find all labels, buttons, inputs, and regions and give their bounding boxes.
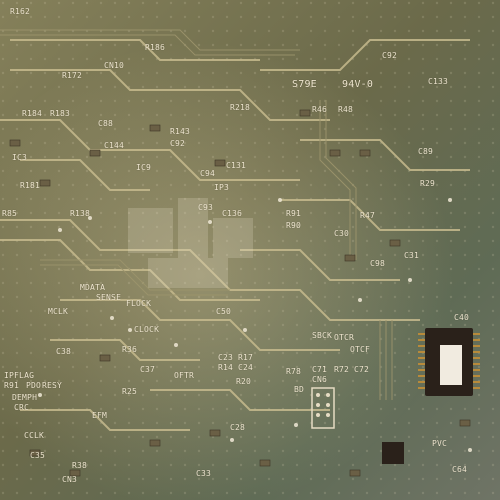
silk-label: PDO	[26, 381, 42, 390]
silk-label: 94V-0	[342, 79, 374, 90]
silk-label: C23	[218, 353, 234, 362]
silk-label: S79E	[292, 79, 317, 90]
silk-label: R14	[218, 363, 234, 372]
silk-label: SENSE	[96, 293, 122, 302]
silk-label: R47	[360, 211, 376, 220]
silk-label: C72	[354, 365, 370, 374]
silk-label: R172	[62, 71, 83, 80]
silk-label: CN6	[312, 375, 328, 384]
silk-label: R25	[122, 387, 138, 396]
silk-label: R48	[338, 105, 354, 114]
silk-label: C28	[230, 423, 246, 432]
silk-label: C136	[222, 209, 243, 218]
silk-label: EFM	[92, 411, 108, 420]
silk-label: SBCK	[312, 331, 333, 340]
silk-label: C89	[418, 147, 434, 156]
silk-label: OFTR	[174, 371, 195, 380]
silk-label: R138	[70, 209, 91, 218]
silk-label: CLOCK	[134, 325, 160, 334]
silk-label: CRC	[14, 403, 30, 412]
silk-label: R36	[122, 345, 138, 354]
silk-label: R20	[236, 377, 252, 386]
silk-label: R186	[145, 43, 166, 52]
silk-label: MDATA	[80, 283, 106, 292]
silk-label: IP3	[214, 183, 230, 192]
silk-label: R72	[334, 365, 350, 374]
silk-label: CN10	[104, 61, 125, 70]
silk-label: C71	[312, 365, 328, 374]
silk-label: OTCF	[350, 345, 371, 354]
silk-label: R46	[312, 105, 328, 114]
silk-label: C133	[428, 77, 449, 86]
silk-label: C98	[370, 259, 386, 268]
small-chip	[382, 442, 404, 464]
silk-label: C92	[170, 139, 186, 148]
silk-label: R218	[230, 103, 251, 112]
silk-label: R90	[286, 221, 302, 230]
ic-chip	[418, 328, 480, 396]
silk-label: C144	[104, 141, 125, 150]
silk-label: R29	[420, 179, 436, 188]
silk-label: C88	[98, 119, 114, 128]
silk-label: C50	[216, 307, 232, 316]
silk-label: R17	[238, 353, 254, 362]
silk-label: C94	[200, 169, 216, 178]
silk-label: C37	[140, 365, 156, 374]
silk-label: OTCR	[334, 333, 355, 342]
silk-label: R181	[20, 181, 41, 190]
silk-label: C131	[226, 161, 247, 170]
silk-label: R184	[22, 109, 43, 118]
silk-label: C38	[56, 347, 72, 356]
silk-label: C93	[198, 203, 214, 212]
silk-label: R91	[286, 209, 302, 218]
silk-label: PVC	[432, 439, 448, 448]
circuit-board-photo: R162 R186 C92 R172 CN10 R184 R183 S79E 9…	[0, 0, 500, 500]
silk-label: CN3	[62, 475, 78, 484]
silk-label: C92	[382, 51, 398, 60]
silk-label: C40	[454, 313, 470, 322]
watermark-logo	[118, 188, 268, 308]
silk-label: BD	[294, 385, 305, 394]
silk-label: R85	[2, 209, 18, 218]
silk-label: IC3	[12, 153, 28, 162]
silk-label: RESY	[42, 381, 63, 390]
silk-label: C64	[452, 465, 468, 474]
silk-label: C30	[334, 229, 350, 238]
silk-label: C35	[30, 451, 46, 460]
silk-label: IC9	[136, 163, 152, 172]
silk-label: R162	[10, 7, 31, 16]
silk-label: IPFLAG	[4, 371, 35, 380]
silk-label: R143	[170, 127, 191, 136]
silk-label: C31	[404, 251, 420, 260]
silk-label: R78	[286, 367, 302, 376]
silk-label: MCLK	[48, 307, 69, 316]
silk-label: CCLK	[24, 431, 45, 440]
silk-label: R38	[72, 461, 88, 470]
silk-label: DEMPH	[12, 393, 38, 402]
silk-label: R183	[50, 109, 71, 118]
silk-label: C33	[196, 469, 212, 478]
silk-label: R91	[4, 381, 20, 390]
silk-label: FLOCK	[126, 299, 152, 308]
silk-label: C24	[238, 363, 254, 372]
